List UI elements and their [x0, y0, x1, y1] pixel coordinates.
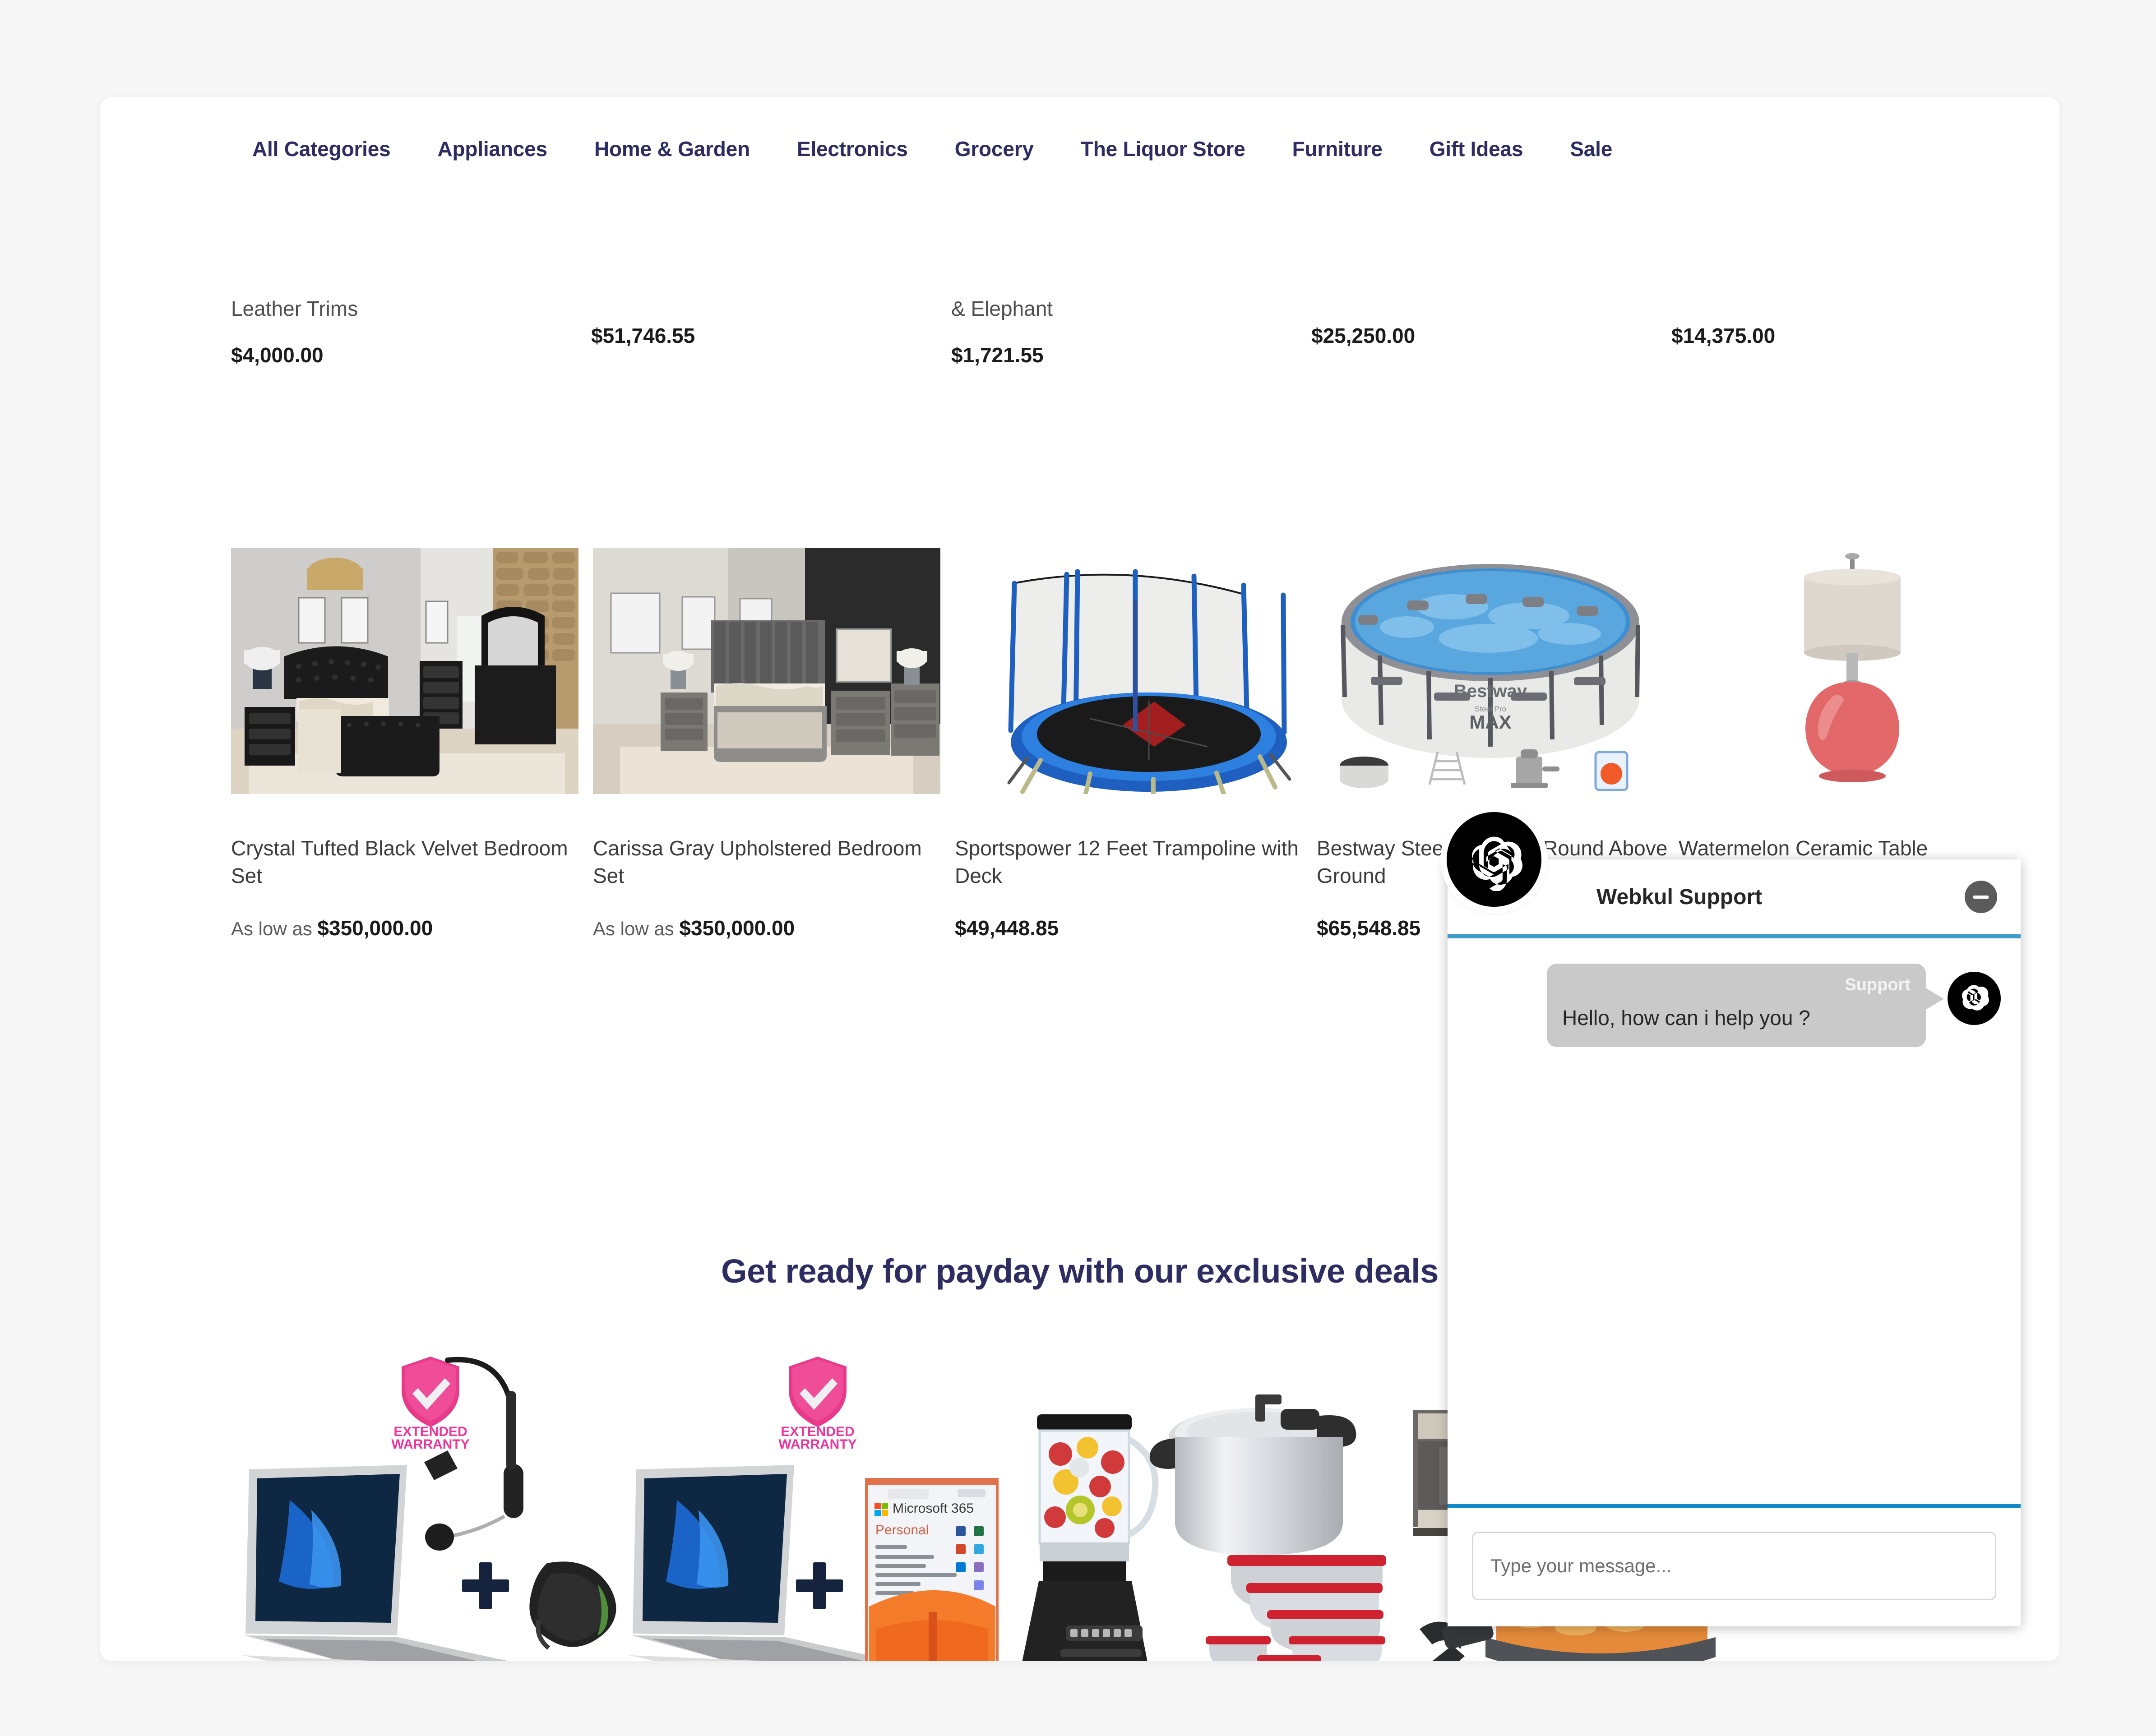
minimize-chat-button[interactable] — [1965, 881, 1997, 913]
price-value: $350,000.00 — [317, 916, 433, 940]
nav-item-appliances[interactable]: Appliances — [438, 137, 548, 161]
category-nav: All Categories Appliances Home & Garden … — [100, 137, 2059, 161]
price-prefix: As low as — [231, 918, 318, 940]
svg-text:Microsoft 365: Microsoft 365 — [893, 1501, 974, 1516]
product-price: As low as $350,000.00 — [231, 916, 593, 940]
blender-icon — [1022, 1414, 1159, 1661]
top-product-price: $25,250.00 — [1311, 324, 1416, 347]
nav-item-furniture[interactable]: Furniture — [1292, 137, 1383, 161]
support-chat-widget: Webkul Support Support Hello, how can i … — [1448, 859, 2021, 1626]
pressure-cooker-icon — [1149, 1394, 1356, 1555]
extended-warranty-badge: EXTENDED WARRANTY — [778, 1357, 857, 1452]
nav-item-sale[interactable]: Sale — [1570, 137, 1612, 161]
top-partial-product-row: Leather Trims $4,000.00 $51,746.55 & Ele… — [231, 295, 2031, 367]
chat-title: Webkul Support — [1596, 885, 1763, 909]
top-product-title[interactable]: Leather Trims — [231, 295, 591, 322]
product-title[interactable]: Carissa Gray Upholstered Bedroom Set — [593, 835, 949, 890]
svg-text:WARRANTY: WARRANTY — [391, 1437, 469, 1452]
top-product-1[interactable]: Leather Trims $4,000.00 — [231, 295, 591, 367]
message-text: Hello, how can i help you ? — [1562, 1006, 1810, 1030]
price-value: $65,548.85 — [1317, 916, 1421, 940]
plus-icon — [462, 1562, 509, 1609]
svg-text:Personal: Personal — [875, 1523, 929, 1537]
price-value: $49,448.85 — [955, 916, 1059, 940]
extended-warranty-badge: EXTENDED WARRANTY — [391, 1357, 470, 1452]
support-avatar — [1948, 972, 2001, 1025]
chat-message-input[interactable] — [1472, 1532, 1996, 1600]
product-title[interactable]: Crystal Tufted Black Velvet Bedroom Set — [231, 835, 588, 890]
product-card[interactable]: Carissa Gray Upholstered Bedroom Set As … — [593, 548, 955, 940]
message-bubble: Support Hello, how can i help you ? — [1547, 964, 1944, 1047]
price-value: $350,000.00 — [679, 916, 795, 940]
minus-icon — [1973, 895, 1989, 899]
svg-text:WARRANTY: WARRANTY — [778, 1437, 856, 1452]
top-product-title[interactable]: & Elephant — [951, 295, 1311, 322]
banner-item-blender-cookware[interactable] — [1012, 1351, 1400, 1661]
chat-footer — [1448, 1504, 2021, 1626]
ceramic-table-lamp-image[interactable] — [1679, 548, 2026, 794]
top-product-2[interactable]: $51,746.55 — [591, 295, 951, 367]
chat-message-list: Support Hello, how can i help you ? — [1448, 938, 2021, 1504]
nav-item-gift-ideas[interactable]: Gift Ideas — [1430, 137, 1523, 161]
product-card[interactable]: Sportspower 12 Feet Trampoline with Deck… — [955, 548, 1317, 940]
nav-item-liquor-store[interactable]: The Liquor Store — [1081, 137, 1245, 161]
plus-icon — [796, 1562, 843, 1609]
product-price: $49,448.85 — [955, 916, 1317, 940]
nav-item-electronics[interactable]: Electronics — [797, 137, 908, 161]
chat-message: Support Hello, how can i help you ? — [1467, 964, 2001, 1047]
product-card[interactable]: Crystal Tufted Black Velvet Bedroom Set … — [231, 548, 593, 940]
product-title[interactable]: Sportspower 12 Feet Trampoline with Deck — [955, 835, 1311, 890]
price-prefix: As low as — [593, 918, 680, 940]
top-product-price: $1,721.55 — [951, 343, 1044, 367]
top-product-5[interactable]: $14,375.00 — [1671, 295, 2031, 367]
top-product-4[interactable]: $25,250.00 — [1311, 295, 1671, 367]
svg-text:MAX: MAX — [1469, 711, 1511, 733]
nav-item-all-categories[interactable]: All Categories — [252, 137, 391, 161]
page-root: All Categories Appliances Home & Garden … — [0, 0, 2156, 1736]
banner-item-laptop-headset-mouse[interactable]: EXTENDED WARRANTY — [236, 1351, 624, 1661]
product-title[interactable]: Watermelon Ceramic Table — [1679, 835, 2035, 862]
svg-text:Bestway: Bestway — [1454, 681, 1527, 701]
gray-upholstered-bedroom-set-image[interactable] — [593, 548, 940, 794]
nav-item-grocery[interactable]: Grocery — [955, 137, 1034, 161]
product-price: As low as $350,000.00 — [593, 916, 955, 940]
laptop-icon — [242, 1465, 509, 1661]
banner-item-laptop-microsoft365[interactable]: EXTENDED WARRANTY Microsoft 365 Personal — [624, 1351, 1012, 1661]
chat-launcher-button[interactable] — [1447, 812, 1541, 907]
trampoline-image[interactable] — [955, 548, 1302, 794]
top-product-price: $14,375.00 — [1671, 324, 1776, 347]
black-velvet-bedroom-set-image[interactable] — [231, 548, 578, 794]
microsoft-365-box: Microsoft 365 Personal — [865, 1478, 999, 1661]
laptop-icon — [629, 1465, 896, 1661]
top-product-3[interactable]: & Elephant $1,721.55 — [951, 295, 1311, 367]
above-ground-pool-image[interactable]: Bestway Steel Pro MAX — [1317, 548, 1664, 794]
nav-item-home-garden[interactable]: Home & Garden — [594, 137, 750, 161]
top-product-price: $51,746.55 — [591, 324, 695, 347]
top-product-price: $4,000.00 — [231, 343, 324, 367]
openai-logo-icon — [1472, 836, 1522, 891]
message-sender: Support — [1845, 975, 1911, 994]
mouse-icon — [529, 1561, 616, 1650]
mixing-bowls-icon — [1206, 1555, 1386, 1661]
